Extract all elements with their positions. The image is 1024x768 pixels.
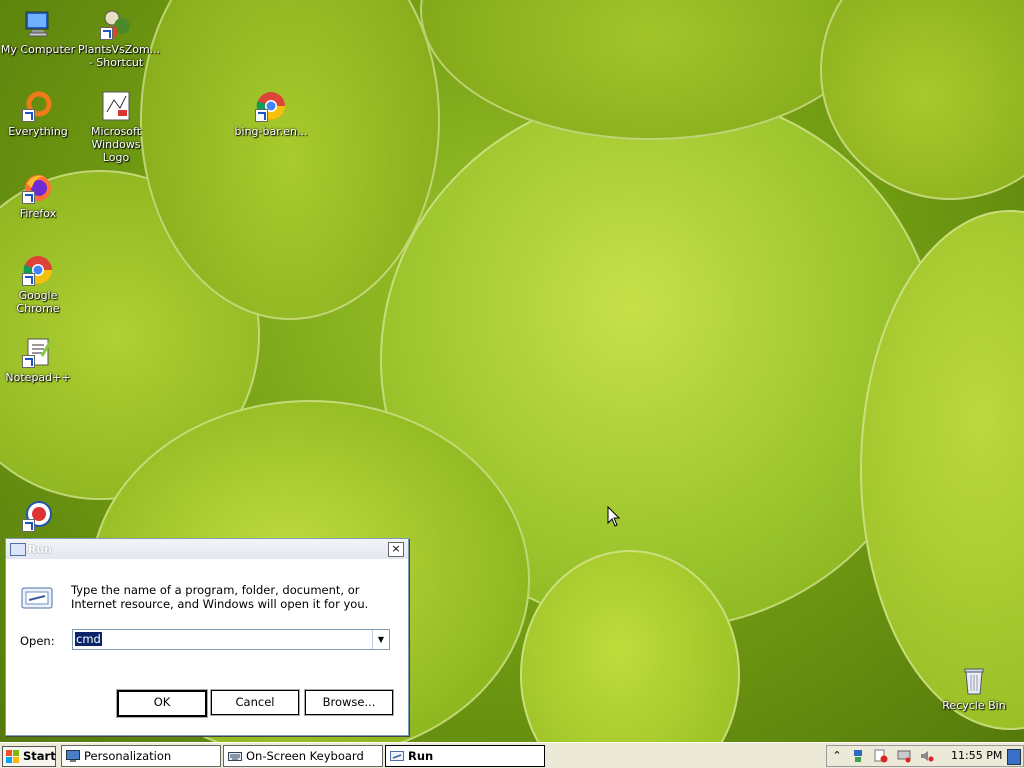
shortcut-arrow-icon <box>22 191 35 204</box>
open-input[interactable]: cmd <box>75 632 102 646</box>
desktop-icon-everything[interactable]: Everything <box>0 90 76 138</box>
shortcut-arrow-icon <box>22 109 35 122</box>
start-label: Start <box>23 749 56 763</box>
desktop-icon-my-computer[interactable]: My Computer <box>0 8 76 56</box>
display-icon[interactable] <box>897 749 911 763</box>
desktop-icon-firefox[interactable]: Firefox <box>0 172 76 220</box>
close-button[interactable]: × <box>388 542 404 557</box>
run-title-icon <box>10 543 26 556</box>
clock[interactable]: 11:55 PM <box>951 749 1002 762</box>
desktop-icon-recycle-bin[interactable]: Recycle Bin <box>936 664 1012 712</box>
recycle-bin-icon <box>958 664 990 696</box>
shortcut-arrow-icon <box>22 519 35 532</box>
open-combobox[interactable]: cmd ▼ <box>72 629 390 650</box>
notepad-plus-plus-icon <box>22 336 54 368</box>
desktop-icon-microsoft-windows-logo[interactable]: Microsoft Windows Logo <box>78 90 154 164</box>
task-personalization[interactable]: Personalization <box>61 745 221 767</box>
task-run[interactable]: Run <box>385 745 545 767</box>
windows-flag-icon <box>6 750 19 763</box>
popup-app-icon <box>22 500 54 532</box>
shortcut-arrow-icon <box>255 109 268 122</box>
volume-muted-icon[interactable] <box>920 749 934 763</box>
system-tray: ⌃ 11:55 PM <box>826 745 1024 767</box>
chrome-icon <box>22 254 54 286</box>
desktop-icon-notepad-plus-plus[interactable]: Notepad++ <box>0 336 76 384</box>
run-description: Type the name of a program, folder, docu… <box>71 583 369 611</box>
desktop-icon-plants-vs-zombies[interactable]: PlantsVsZom... - Shortcut <box>78 8 160 69</box>
mouse-cursor-icon <box>607 506 621 527</box>
run-program-icon <box>21 587 53 609</box>
taskbar: Start Personalization On-Screen Keyboard… <box>0 742 1024 768</box>
chevron-down-icon[interactable]: ▼ <box>372 630 389 649</box>
task-on-screen-keyboard[interactable]: On-Screen Keyboard <box>223 745 383 767</box>
chevron-up-icon[interactable]: ⌃ <box>830 749 844 763</box>
shortcut-arrow-icon <box>22 273 35 286</box>
show-desktop-button[interactable] <box>1007 749 1021 765</box>
keyboard-icon <box>228 752 242 761</box>
personalization-icon <box>66 750 80 762</box>
my-computer-icon <box>22 8 54 40</box>
firefox-icon <box>22 172 54 204</box>
shortcut-arrow-icon <box>100 27 113 40</box>
network-icon[interactable] <box>851 749 865 763</box>
desktop-icon-bing-bar[interactable]: bing-bar.en... <box>233 90 309 138</box>
open-label: Open: <box>20 634 55 648</box>
run-dialog-titlebar[interactable]: Run × <box>6 539 408 559</box>
security-alert-icon[interactable] <box>874 749 888 763</box>
shortcut-arrow-icon <box>22 355 35 368</box>
desktop-icon-popup-app[interactable] <box>0 500 76 535</box>
desktop-icon-google-chrome[interactable]: Google Chrome <box>0 254 76 315</box>
cancel-button[interactable]: Cancel <box>210 689 300 716</box>
everything-search-icon <box>22 90 54 122</box>
run-dialog-title: Run <box>28 543 53 556</box>
start-button[interactable]: Start <box>2 746 56 767</box>
open-input-value: cmd <box>75 632 102 646</box>
document-logo-icon <box>100 90 132 122</box>
ok-button[interactable]: OK <box>116 689 208 718</box>
plants-vs-zombies-icon <box>100 8 132 40</box>
run-icon <box>390 751 404 761</box>
browse-button[interactable]: Browse... <box>304 689 394 716</box>
chrome-icon <box>255 90 287 122</box>
run-dialog: Run × Type the name of a program, folder… <box>5 538 409 736</box>
